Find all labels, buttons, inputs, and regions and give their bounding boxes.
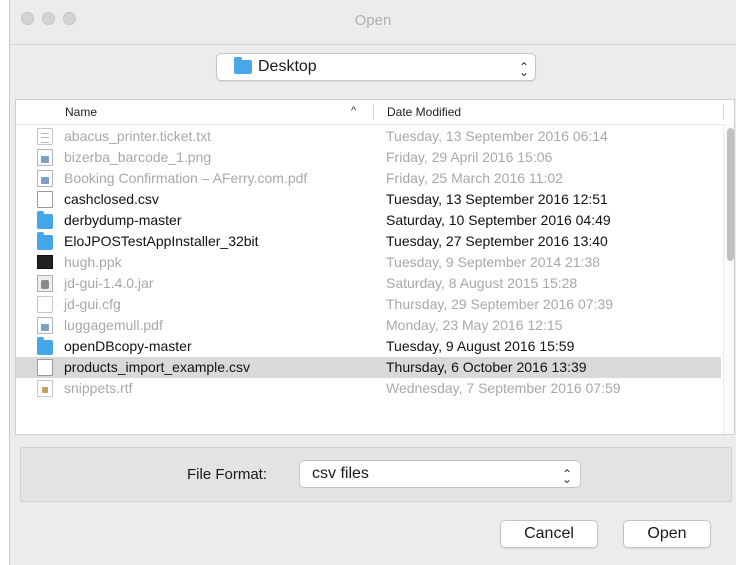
- file-list-header: Name ^ Date Modified: [16, 100, 734, 125]
- file-date-modified: Wednesday, 7 September 2016 07:59: [386, 380, 621, 396]
- file-row: bizerba_barcode_1.png Friday, 29 April 20…: [16, 147, 721, 168]
- location-label: Desktop: [258, 58, 317, 75]
- title-bar: Open: [10, 0, 736, 45]
- file-row[interactable]: derbydump-master Saturday, 10 September 2…: [16, 210, 721, 231]
- file-row[interactable]: openDBcopy-master Tuesday, 9 August 2016 …: [16, 336, 721, 357]
- jar-file-icon: [37, 275, 53, 292]
- down-arrow-icon: ⌄: [562, 472, 573, 486]
- file-name: EloJPOSTestAppInstaller_32bit: [64, 233, 259, 249]
- file-row: jd-gui.cfg Thursday, 29 September 2016 07…: [16, 294, 721, 315]
- folder-icon: [37, 211, 53, 229]
- column-divider: [373, 104, 374, 120]
- file-row[interactable]: cashclosed.csv Tuesday, 13 September 2016…: [16, 189, 721, 210]
- document-icon: [37, 296, 53, 313]
- folder-icon: [37, 232, 53, 250]
- file-date-modified: Monday, 23 May 2016 12:15: [386, 317, 563, 333]
- sort-ascending-icon[interactable]: ^: [351, 105, 356, 117]
- file-name: products_import_example.csv: [64, 359, 250, 375]
- rtf-file-icon: [37, 380, 53, 397]
- file-format-label: File Format:: [187, 466, 268, 483]
- file-name: cashclosed.csv: [64, 191, 159, 207]
- file-row: jd-gui-1.4.0.jar Saturday, 8 August 2015 …: [16, 273, 721, 294]
- file-row: luggagemull.pdf Monday, 23 May 2016 12:15: [16, 315, 721, 336]
- document-icon: [37, 359, 53, 376]
- pdf-file-icon: [37, 170, 53, 187]
- location-dropdown[interactable]: Desktop ⌃ ⌄: [216, 53, 536, 81]
- terminal-file-icon: [37, 255, 53, 269]
- file-date-modified: Tuesday, 9 August 2016 15:59: [386, 338, 575, 354]
- file-date-modified: Friday, 29 April 2016 15:06: [386, 149, 553, 165]
- file-date-modified: Tuesday, 13 September 2016 12:51: [386, 191, 608, 207]
- file-date-modified: Thursday, 29 September 2016 07:39: [386, 296, 614, 312]
- file-name: abacus_printer.ticket.txt: [64, 128, 212, 144]
- image-file-icon: [37, 149, 53, 166]
- pdf-file-icon: [37, 317, 53, 334]
- file-format-dropdown[interactable]: csv files ⌃ ⌄: [299, 460, 581, 488]
- file-row: Booking Confirmation – AFerry.com.pdf Fri…: [16, 168, 721, 189]
- column-header-date-modified[interactable]: Date Modified: [387, 105, 461, 119]
- file-name: Booking Confirmation – AFerry.com.pdf: [64, 170, 308, 186]
- file-name: snippets.rtf: [64, 380, 133, 396]
- file-name: derbydump-master: [64, 212, 182, 228]
- open-dialog: Open Desktop ⌃ ⌄ Name ^ Date Modified ab…: [10, 0, 736, 565]
- file-name: openDBcopy-master: [64, 338, 192, 354]
- folder-icon: [37, 337, 53, 355]
- file-name: bizerba_barcode_1.png: [64, 149, 212, 165]
- down-arrow-icon: ⌄: [519, 65, 530, 79]
- file-row[interactable]: EloJPOSTestAppInstaller_32bit Tuesday, 27…: [16, 231, 721, 252]
- file-name: hugh.ppk: [64, 254, 122, 270]
- file-date-modified: Tuesday, 13 September 2016 06:14: [386, 128, 608, 144]
- file-format-panel: File Format: csv files ⌃ ⌄: [20, 447, 732, 502]
- text-document-icon: [37, 128, 53, 145]
- column-divider: [723, 104, 724, 120]
- window-title: Open: [354, 12, 392, 29]
- file-name: jd-gui-1.4.0.jar: [64, 275, 154, 291]
- file-format-value: csv files: [312, 465, 369, 482]
- file-row: abacus_printer.ticket.txt Tuesday, 13 Sep…: [16, 126, 721, 147]
- file-row: snippets.rtf Wednesday, 7 September 2016 …: [16, 378, 721, 399]
- cancel-button[interactable]: Cancel: [500, 520, 598, 548]
- open-button[interactable]: Open: [623, 520, 711, 548]
- file-date-modified: Saturday, 10 September 2016 04:49: [386, 212, 611, 228]
- file-row: hugh.ppk Tuesday, 9 September 2014 21:38: [16, 252, 721, 273]
- column-header-name[interactable]: Name: [65, 105, 97, 119]
- file-name: luggagemull.pdf: [64, 317, 163, 333]
- file-date-modified: Tuesday, 9 September 2014 21:38: [386, 254, 601, 270]
- file-date-modified: Thursday, 6 October 2016 13:39: [386, 359, 587, 375]
- folder-icon: [234, 57, 252, 74]
- file-list[interactable]: Name ^ Date Modified abacus_printer.tick…: [15, 99, 735, 435]
- file-name: jd-gui.cfg: [64, 296, 121, 312]
- file-date-modified: Tuesday, 27 September 2016 13:40: [386, 233, 608, 249]
- vertical-scrollbar[interactable]: [723, 124, 734, 434]
- document-icon: [37, 191, 53, 208]
- scrollbar-thumb[interactable]: [727, 128, 734, 261]
- file-date-modified: Saturday, 8 August 2015 15:28: [386, 275, 578, 291]
- file-date-modified: Friday, 25 March 2016 11:02: [386, 170, 563, 186]
- file-row[interactable]: products_import_example.csv Thursday, 6 O…: [16, 357, 721, 378]
